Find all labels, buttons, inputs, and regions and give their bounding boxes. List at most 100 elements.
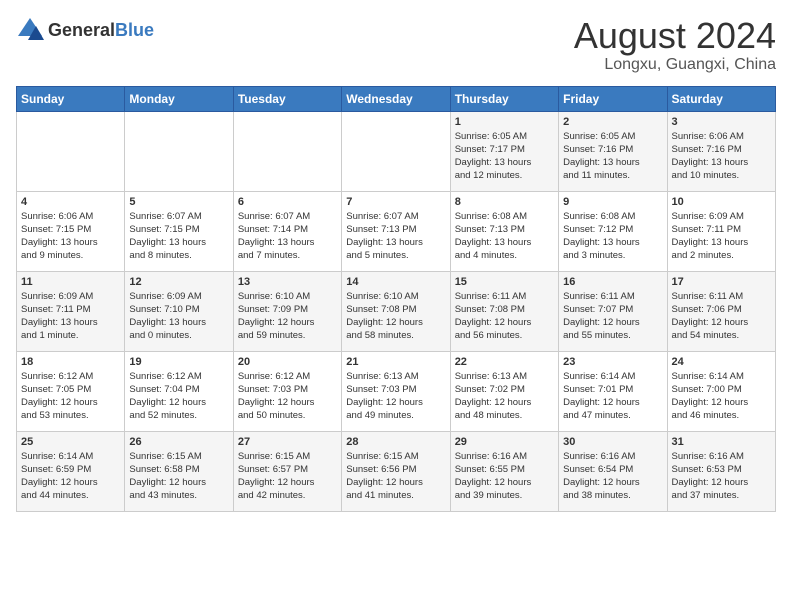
calendar-cell: 1 Sunrise: 6:05 AM Sunset: 7:17 PM Daylig… xyxy=(450,111,558,191)
day-number: 29 xyxy=(455,436,554,448)
calendar-cell xyxy=(17,111,125,191)
calendar-cell: 18 Sunrise: 6:12 AM Sunset: 7:05 PM Dayli… xyxy=(17,351,125,431)
calendar-cell: 14Sunrise: 6:10 AM Sunset: 7:08 PM Dayli… xyxy=(342,271,450,351)
calendar-cell: 26 Sunrise: 6:15 AM Sunset: 6:58 PM Dayli… xyxy=(125,431,233,511)
day-number: 14 xyxy=(346,276,445,288)
day-number: 1 xyxy=(455,116,554,128)
day-info: Sunrise: 6:08 AM Sunset: 7:13 PM Dayligh… xyxy=(455,210,554,263)
day-info: Sunrise: 6:15 AM Sunset: 6:56 PM Dayligh… xyxy=(346,450,445,503)
calendar-week-row: 18 Sunrise: 6:12 AM Sunset: 7:05 PM Dayli… xyxy=(17,351,776,431)
day-info: Sunrise: 6:16 AM Sunset: 6:55 PM Dayligh… xyxy=(455,450,554,503)
page-header: GeneralBlue August 2024 Longxu, Guangxi,… xyxy=(16,16,776,74)
day-number: 15 xyxy=(455,276,554,288)
calendar-cell: 3 Sunrise: 6:06 AM Sunset: 7:16 PM Daylig… xyxy=(667,111,775,191)
calendar-table: SundayMondayTuesdayWednesdayThursdayFrid… xyxy=(16,86,776,512)
day-number: 5 xyxy=(129,196,228,208)
day-info: Sunrise: 6:13 AM Sunset: 7:03 PM Dayligh… xyxy=(346,370,445,423)
calendar-week-row: 25 Sunrise: 6:14 AM Sunset: 6:59 PM Dayli… xyxy=(17,431,776,511)
calendar-week-row: 4Sunrise: 6:06 AM Sunset: 7:15 PM Daylig… xyxy=(17,191,776,271)
day-number: 24 xyxy=(672,356,771,368)
day-info: Sunrise: 6:07 AM Sunset: 7:13 PM Dayligh… xyxy=(346,210,445,263)
calendar-cell xyxy=(342,111,450,191)
calendar-cell: 23Sunrise: 6:14 AM Sunset: 7:01 PM Dayli… xyxy=(559,351,667,431)
day-info: Sunrise: 6:14 AM Sunset: 7:00 PM Dayligh… xyxy=(672,370,771,423)
calendar-cell: 12 Sunrise: 6:09 AM Sunset: 7:10 PM Dayli… xyxy=(125,271,233,351)
calendar-cell: 17 Sunrise: 6:11 AM Sunset: 7:06 PM Dayli… xyxy=(667,271,775,351)
day-info: Sunrise: 6:15 AM Sunset: 6:57 PM Dayligh… xyxy=(238,450,337,503)
calendar-cell xyxy=(125,111,233,191)
day-number: 7 xyxy=(346,196,445,208)
calendar-cell: 19Sunrise: 6:12 AM Sunset: 7:04 PM Dayli… xyxy=(125,351,233,431)
calendar-cell: 20Sunrise: 6:12 AM Sunset: 7:03 PM Dayli… xyxy=(233,351,341,431)
day-info: Sunrise: 6:09 AM Sunset: 7:10 PM Dayligh… xyxy=(129,290,228,343)
calendar-cell: 22 Sunrise: 6:13 AM Sunset: 7:02 PM Dayli… xyxy=(450,351,558,431)
column-header-sunday: Sunday xyxy=(17,86,125,111)
column-header-tuesday: Tuesday xyxy=(233,86,341,111)
day-info: Sunrise: 6:05 AM Sunset: 7:17 PM Dayligh… xyxy=(455,130,554,183)
day-number: 11 xyxy=(21,276,120,288)
day-number: 31 xyxy=(672,436,771,448)
calendar-cell: 7 Sunrise: 6:07 AM Sunset: 7:13 PM Daylig… xyxy=(342,191,450,271)
day-info: Sunrise: 6:13 AM Sunset: 7:02 PM Dayligh… xyxy=(455,370,554,423)
calendar-cell: 24 Sunrise: 6:14 AM Sunset: 7:00 PM Dayli… xyxy=(667,351,775,431)
calendar-cell: 9Sunrise: 6:08 AM Sunset: 7:12 PM Daylig… xyxy=(559,191,667,271)
day-info: Sunrise: 6:11 AM Sunset: 7:07 PM Dayligh… xyxy=(563,290,662,343)
day-number: 23 xyxy=(563,356,662,368)
calendar-cell: 27Sunrise: 6:15 AM Sunset: 6:57 PM Dayli… xyxy=(233,431,341,511)
calendar-header-row: SundayMondayTuesdayWednesdayThursdayFrid… xyxy=(17,86,776,111)
calendar-cell: 21 Sunrise: 6:13 AM Sunset: 7:03 PM Dayli… xyxy=(342,351,450,431)
day-number: 3 xyxy=(672,116,771,128)
day-number: 17 xyxy=(672,276,771,288)
day-number: 6 xyxy=(238,196,337,208)
day-info: Sunrise: 6:07 AM Sunset: 7:15 PM Dayligh… xyxy=(129,210,228,263)
day-number: 25 xyxy=(21,436,120,448)
calendar-cell: 16 Sunrise: 6:11 AM Sunset: 7:07 PM Dayli… xyxy=(559,271,667,351)
day-number: 10 xyxy=(672,196,771,208)
logo-icon xyxy=(16,16,44,44)
day-info: Sunrise: 6:16 AM Sunset: 6:53 PM Dayligh… xyxy=(672,450,771,503)
column-header-thursday: Thursday xyxy=(450,86,558,111)
day-number: 2 xyxy=(563,116,662,128)
day-number: 20 xyxy=(238,356,337,368)
day-info: Sunrise: 6:09 AM Sunset: 7:11 PM Dayligh… xyxy=(672,210,771,263)
day-number: 13 xyxy=(238,276,337,288)
day-number: 12 xyxy=(129,276,228,288)
day-info: Sunrise: 6:10 AM Sunset: 7:09 PM Dayligh… xyxy=(238,290,337,343)
day-number: 16 xyxy=(563,276,662,288)
calendar-week-row: 1 Sunrise: 6:05 AM Sunset: 7:17 PM Daylig… xyxy=(17,111,776,191)
column-header-saturday: Saturday xyxy=(667,86,775,111)
calendar-cell: 29 Sunrise: 6:16 AM Sunset: 6:55 PM Dayli… xyxy=(450,431,558,511)
day-info: Sunrise: 6:15 AM Sunset: 6:58 PM Dayligh… xyxy=(129,450,228,503)
day-number: 26 xyxy=(129,436,228,448)
day-number: 22 xyxy=(455,356,554,368)
day-info: Sunrise: 6:05 AM Sunset: 7:16 PM Dayligh… xyxy=(563,130,662,183)
logo: GeneralBlue xyxy=(16,16,154,44)
calendar-cell: 5 Sunrise: 6:07 AM Sunset: 7:15 PM Daylig… xyxy=(125,191,233,271)
day-number: 21 xyxy=(346,356,445,368)
day-number: 18 xyxy=(21,356,120,368)
calendar-cell: 10 Sunrise: 6:09 AM Sunset: 7:11 PM Dayli… xyxy=(667,191,775,271)
day-info: Sunrise: 6:11 AM Sunset: 7:08 PM Dayligh… xyxy=(455,290,554,343)
day-info: Sunrise: 6:09 AM Sunset: 7:11 PM Dayligh… xyxy=(21,290,120,343)
day-info: Sunrise: 6:14 AM Sunset: 6:59 PM Dayligh… xyxy=(21,450,120,503)
day-info: Sunrise: 6:12 AM Sunset: 7:04 PM Dayligh… xyxy=(129,370,228,423)
day-info: Sunrise: 6:06 AM Sunset: 7:16 PM Dayligh… xyxy=(672,130,771,183)
day-info: Sunrise: 6:11 AM Sunset: 7:06 PM Dayligh… xyxy=(672,290,771,343)
calendar-cell: 15 Sunrise: 6:11 AM Sunset: 7:08 PM Dayli… xyxy=(450,271,558,351)
calendar-cell: 31 Sunrise: 6:16 AM Sunset: 6:53 PM Dayli… xyxy=(667,431,775,511)
day-number: 4 xyxy=(21,196,120,208)
calendar-cell: 25 Sunrise: 6:14 AM Sunset: 6:59 PM Dayli… xyxy=(17,431,125,511)
calendar-cell: 30Sunrise: 6:16 AM Sunset: 6:54 PM Dayli… xyxy=(559,431,667,511)
calendar-cell: 4Sunrise: 6:06 AM Sunset: 7:15 PM Daylig… xyxy=(17,191,125,271)
logo-general-text: General xyxy=(48,20,115,40)
calendar-cell: 13 Sunrise: 6:10 AM Sunset: 7:09 PM Dayli… xyxy=(233,271,341,351)
day-info: Sunrise: 6:12 AM Sunset: 7:05 PM Dayligh… xyxy=(21,370,120,423)
title-block: August 2024 Longxu, Guangxi, China xyxy=(574,16,776,74)
calendar-cell: 11 Sunrise: 6:09 AM Sunset: 7:11 PM Dayli… xyxy=(17,271,125,351)
day-number: 9 xyxy=(563,196,662,208)
month-year-title: August 2024 xyxy=(574,16,776,56)
day-info: Sunrise: 6:16 AM Sunset: 6:54 PM Dayligh… xyxy=(563,450,662,503)
calendar-cell: 28Sunrise: 6:15 AM Sunset: 6:56 PM Dayli… xyxy=(342,431,450,511)
column-header-monday: Monday xyxy=(125,86,233,111)
location-subtitle: Longxu, Guangxi, China xyxy=(574,56,776,74)
